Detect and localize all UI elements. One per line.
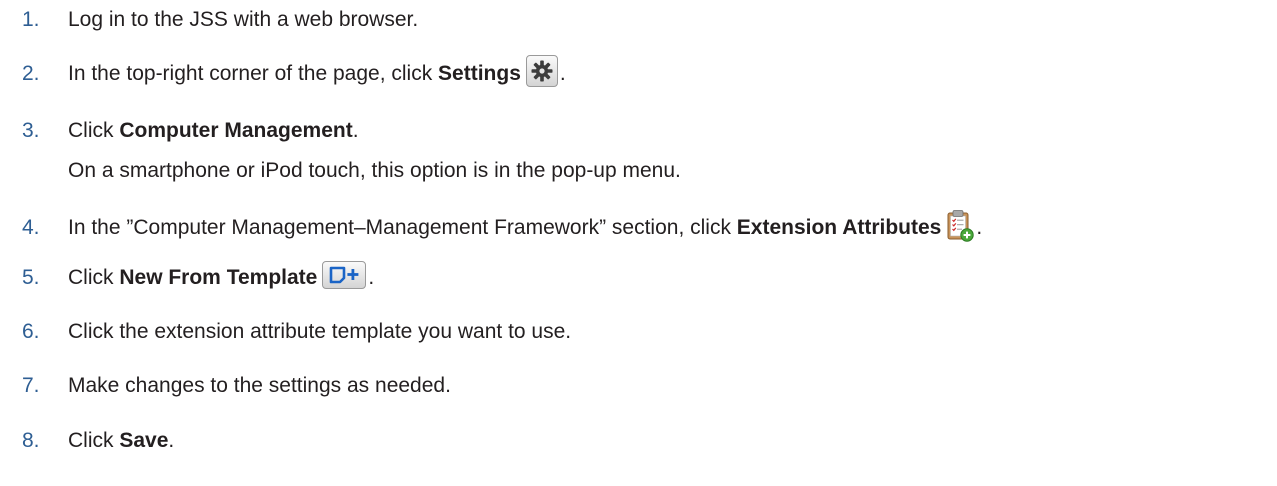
- computer-management-label: Computer Management: [119, 119, 353, 142]
- step-text: In the ”Computer Management–Management F…: [68, 210, 982, 246]
- step-text: Make changes to the settings as needed.: [68, 374, 451, 397]
- step-number: 3.: [22, 119, 40, 142]
- step-text: Click New From Template.: [68, 260, 374, 296]
- new-template-icon: [322, 261, 367, 290]
- step-number: 4.: [22, 216, 40, 239]
- extension-attributes-label: Extension Attributes: [736, 216, 942, 239]
- step-text: Click Computer Management.: [68, 119, 359, 142]
- step-text: Click the extension attribute template y…: [68, 320, 572, 343]
- step-number: 6.: [22, 320, 40, 343]
- step-number: 5.: [22, 266, 40, 289]
- gear-icon: [525, 55, 558, 88]
- step-number: 1.: [22, 8, 40, 31]
- step-text: Click Save.: [68, 429, 175, 452]
- step-number: 2.: [22, 62, 40, 85]
- new-from-template-label: New From Template: [119, 266, 318, 289]
- step-number: 7.: [22, 374, 40, 397]
- clipboard-add-icon: [946, 208, 975, 243]
- step-text: Log in to the JSS with a web browser.: [68, 8, 419, 31]
- step-number: 8.: [22, 429, 40, 452]
- instruction-steps: 1. Log in to the JSS with a web browser.…: [0, 0, 1277, 486]
- settings-label: Settings: [438, 62, 521, 85]
- step-3-note: On a smartphone or iPod touch, this opti…: [68, 159, 681, 182]
- step-text: In the top-right corner of the page, cli…: [68, 55, 566, 92]
- save-label: Save: [119, 429, 169, 452]
